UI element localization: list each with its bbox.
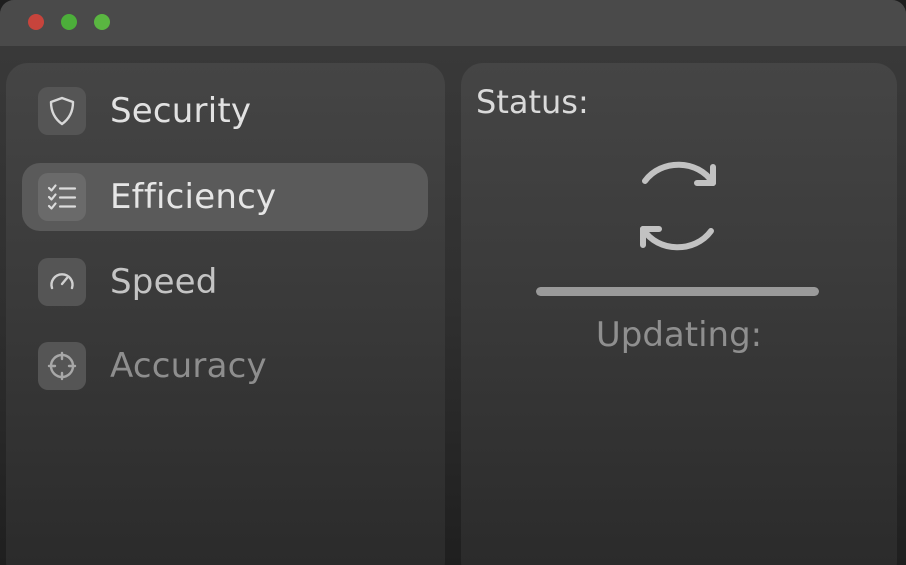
checklist-icon	[38, 173, 86, 221]
maximize-window-button[interactable]	[94, 14, 110, 30]
shield-icon	[38, 87, 86, 135]
close-window-button[interactable]	[28, 14, 44, 30]
status-text: Updating:	[595, 315, 763, 355]
minimize-window-button[interactable]	[61, 14, 77, 30]
status-panel: Status: Updating:	[461, 63, 897, 565]
sidebar-item-label: Accuracy	[110, 346, 267, 386]
refresh-icon	[623, 153, 733, 263]
sidebar-item-security[interactable]: Security	[22, 77, 428, 145]
title-bar	[0, 0, 906, 46]
sidebar-item-efficiency[interactable]: Efficiency	[22, 163, 428, 231]
sidebar-item-label: Efficiency	[110, 177, 277, 217]
crosshair-icon	[38, 342, 86, 390]
sidebar-item-speed[interactable]: Speed	[22, 248, 428, 316]
app-window: Security Efficiency Speed Accuracy Statu…	[0, 0, 906, 565]
speedometer-icon	[38, 258, 86, 306]
sidebar-item-label: Security	[110, 91, 252, 131]
sidebar-item-label: Speed	[110, 262, 218, 302]
status-title: Status:	[476, 83, 589, 121]
sidebar-item-accuracy[interactable]: Accuracy	[22, 332, 428, 400]
update-progress-fill	[536, 287, 819, 296]
update-progress-bar	[536, 287, 819, 296]
sidebar: Security Efficiency Speed Accuracy	[6, 63, 445, 565]
